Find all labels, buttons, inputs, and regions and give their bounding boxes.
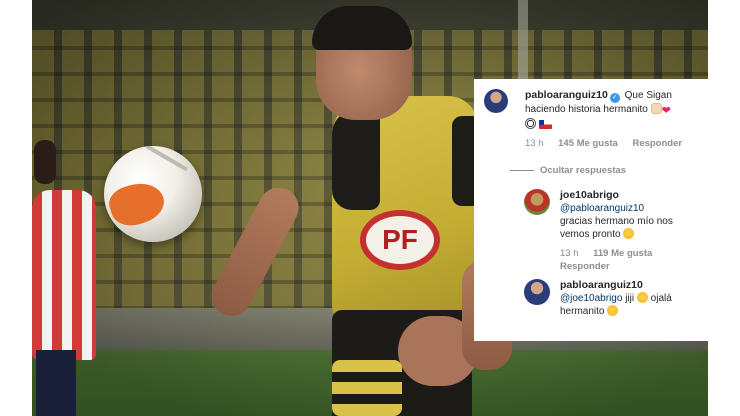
- avatar-pabloaranguiz10[interactable]: [484, 89, 508, 113]
- avatar-joe10abrigo[interactable]: [524, 189, 550, 215]
- reply-button[interactable]: Responder: [632, 138, 682, 149]
- comment-likes[interactable]: 145 Me gusta: [558, 138, 618, 149]
- instagram-comments-panel: pabloaranguiz10 ✓ Que Sigan haciendo hist…: [474, 79, 708, 341]
- player-hair: [312, 6, 412, 50]
- comment-time: 13 h: [525, 138, 544, 149]
- reply-time: 13 h: [560, 248, 579, 259]
- reply-username[interactable]: joe10abrigo: [560, 189, 619, 201]
- reply-pabloaranguiz10: pabloaranguiz10 @joe10abrigo jiji ojalá …: [524, 279, 698, 318]
- opponent-legs: [36, 350, 76, 416]
- comment-username[interactable]: pabloaranguiz10: [525, 89, 608, 101]
- reply-username[interactable]: pabloaranguiz10: [560, 279, 643, 291]
- reply-meta: 13 h 119 Me gusta Responder: [560, 247, 698, 273]
- football: [104, 146, 202, 242]
- reply-likes[interactable]: 119 Me gusta: [593, 248, 652, 259]
- opponent-player: [32, 190, 96, 360]
- blushing-face-emoji: [636, 292, 648, 303]
- heart-emoji: ❤: [661, 105, 671, 117]
- player-sock: [332, 360, 402, 416]
- comment-main: pabloaranguiz10 ✓ Que Sigan haciendo hist…: [484, 89, 698, 150]
- reply-mention[interactable]: @joe10abrigo: [560, 293, 622, 304]
- reply-text: jiji: [625, 293, 635, 304]
- reply-joe10abrigo: joe10abrigo @pabloaranguiz10 gracias her…: [524, 189, 698, 273]
- chile-flag-emoji: [538, 120, 552, 129]
- comment-body: pabloaranguiz10 ✓ Que Sigan haciendo hist…: [525, 89, 698, 131]
- avatar-pabloaranguiz10[interactable]: [524, 279, 550, 305]
- smiling-face-emoji: [623, 228, 635, 239]
- reply-text: gracias hermano mío nos vemos pronto: [560, 216, 673, 240]
- verified-badge-icon: ✓: [609, 93, 620, 103]
- grinning-face-emoji: [607, 305, 619, 316]
- hide-replies-button[interactable]: Ocultar respuestas: [510, 164, 698, 177]
- jersey-sponsor-logo: PF: [360, 210, 440, 270]
- comment-meta: 13 h 145 Me gusta Responder: [525, 137, 698, 150]
- ball-orange-patch: [105, 176, 169, 232]
- player-left-sleeve: [332, 110, 380, 210]
- praying-hands-emoji: [650, 103, 662, 114]
- opponent-head: [34, 140, 56, 184]
- soccer-ball-emoji: [525, 118, 536, 129]
- reply-body: pabloaranguiz10 @joe10abrigo jiji ojalá …: [560, 279, 698, 318]
- reply-button[interactable]: Responder: [560, 261, 610, 272]
- reply-body: joe10abrigo @pabloaranguiz10 gracias her…: [560, 189, 698, 241]
- reply-mention[interactable]: @pabloaranguiz10: [560, 203, 644, 214]
